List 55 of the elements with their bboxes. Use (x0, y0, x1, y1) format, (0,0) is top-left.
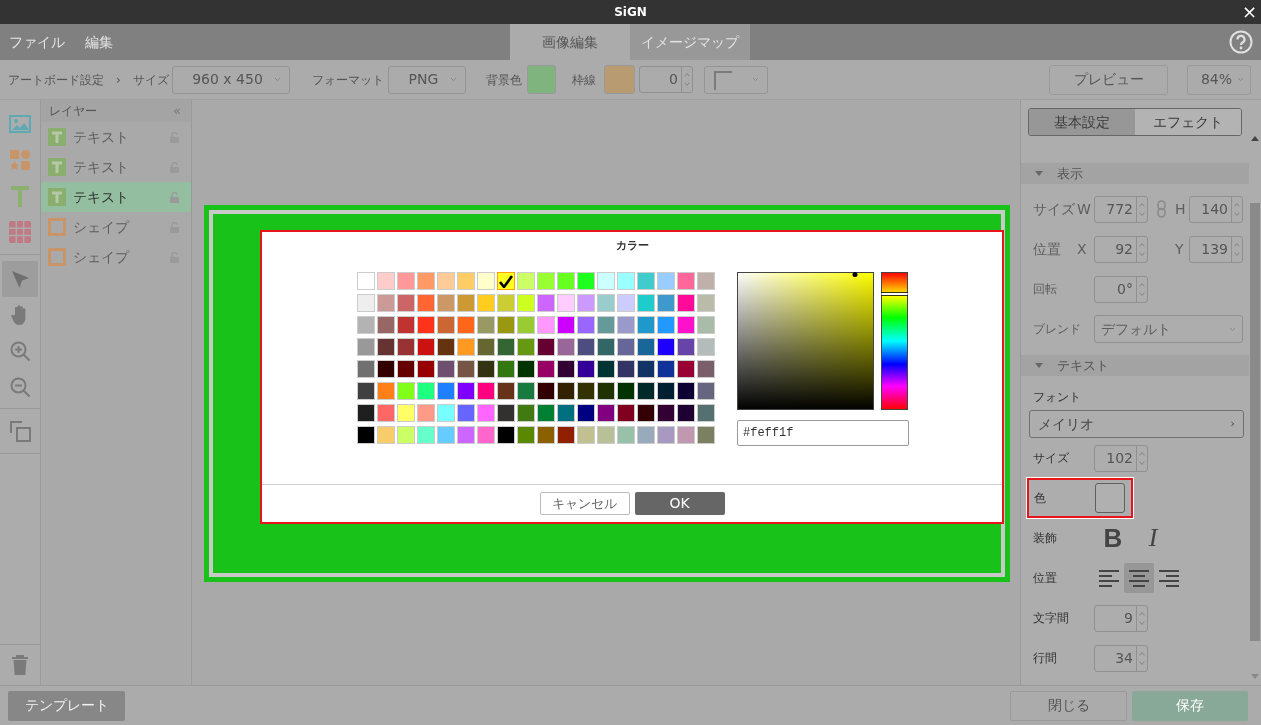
preview-button[interactable]: プレビュー (1049, 64, 1168, 95)
zoom-select[interactable]: 84% (1187, 64, 1251, 95)
number-field[interactable]: 0 (639, 66, 693, 93)
mode-tab[interactable]: イメージマップ (630, 24, 750, 60)
artboard-label: アートボード設定 (8, 71, 105, 89)
number-field[interactable]: 9 (1094, 604, 1148, 632)
layers-title: レイヤー (49, 103, 97, 120)
border-label: 枠線 (572, 71, 597, 89)
axis-label: Y (1175, 239, 1185, 259)
font-select[interactable]: メイリオ › (1029, 410, 1244, 438)
layer-item[interactable]: シェイプ (41, 212, 191, 242)
number-field[interactable]: 102 (1094, 444, 1148, 472)
panel-tab[interactable]: 基本設定 (1029, 109, 1135, 135)
format-select[interactable]: PNG (388, 65, 466, 94)
axis-label: X (1077, 239, 1088, 259)
cancel-button[interactable]: キャンセル (539, 492, 630, 515)
layer-item[interactable]: テキスト (41, 152, 191, 182)
field-label: 装飾 (1033, 530, 1058, 547)
menu-item[interactable]: 編集 (85, 31, 113, 53)
size-label: サイズ (133, 71, 170, 89)
close-button[interactable]: × (1241, 3, 1257, 21)
field-label: 行間 (1033, 650, 1058, 667)
size-select[interactable]: 960 x 450 (172, 65, 290, 94)
save-button[interactable]: 保存 (1132, 690, 1248, 721)
number-field[interactable]: 34 (1094, 644, 1148, 672)
breadcrumb-separator: › (116, 71, 122, 89)
collapse-button[interactable]: « (173, 101, 181, 121)
field-label: サイズ (1033, 450, 1070, 467)
field-label: 文字間 (1033, 610, 1070, 627)
axis-label: H (1175, 199, 1187, 219)
field-label: 回転 (1033, 281, 1058, 298)
background-color-label: 背景色 (486, 71, 523, 89)
field-label: 位置 (1033, 570, 1058, 587)
format-label: フォーマット (312, 71, 385, 89)
window-title: SiGN (614, 4, 647, 21)
close-dialog-button[interactable]: 閉じる (1010, 690, 1127, 721)
axis-label: W (1077, 199, 1092, 219)
field-label: 色 (1034, 490, 1047, 507)
field-label: フォント (1033, 389, 1082, 406)
mode-tab[interactable]: 画像編集 (510, 24, 630, 60)
field-label: ブレンド (1033, 321, 1082, 338)
field-label: 位置 (1033, 239, 1062, 259)
menu-item[interactable]: ファイル (9, 31, 65, 53)
hex-input[interactable]: #feff1f (737, 420, 909, 446)
template-button[interactable]: テンプレート (8, 690, 125, 721)
italic-button[interactable]: I (1138, 523, 1168, 553)
field-label: サイズ (1033, 199, 1076, 219)
bold-button[interactable]: B (1098, 523, 1128, 553)
layer-item[interactable]: テキスト (41, 182, 191, 212)
dialog-title: カラー (615, 237, 649, 254)
section-header[interactable]: テキスト (1021, 355, 1249, 376)
panel-tab[interactable]: エフェクト (1135, 109, 1241, 135)
ok-button[interactable]: OK (634, 492, 725, 515)
layer-item[interactable]: テキスト (41, 122, 191, 152)
layer-item[interactable]: シェイプ (41, 242, 191, 272)
